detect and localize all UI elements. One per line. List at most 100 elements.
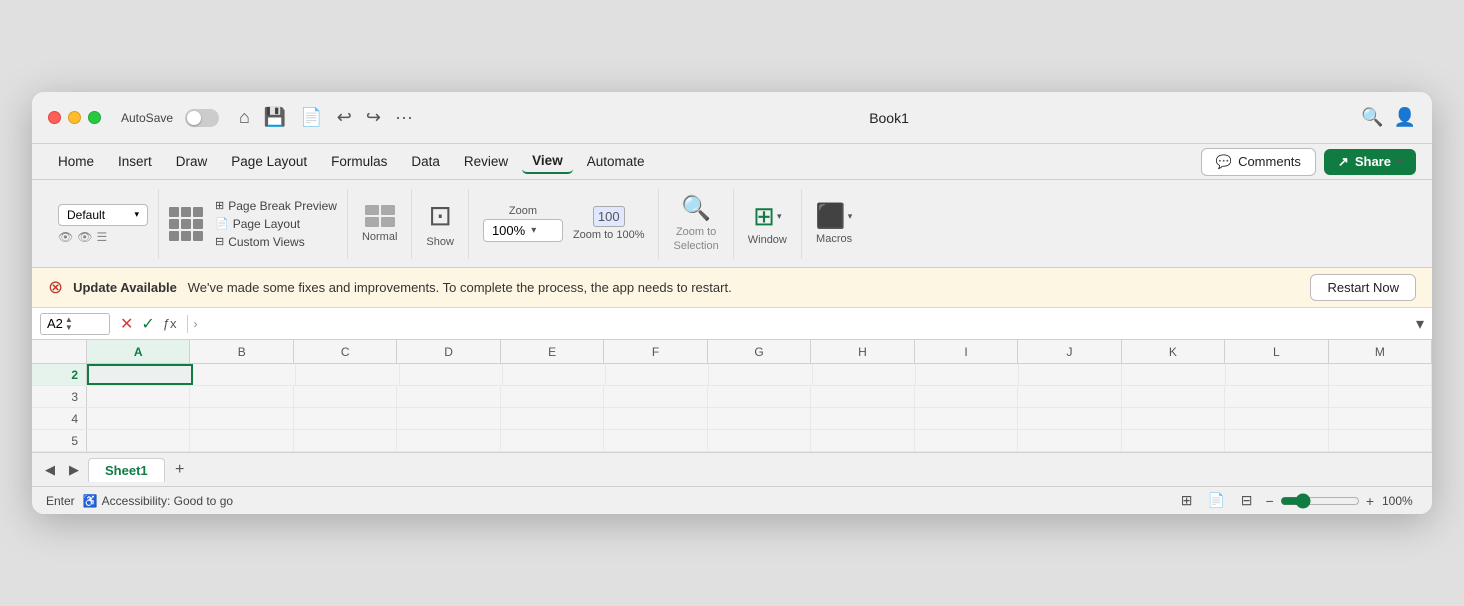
cell-C5[interactable]	[294, 430, 397, 451]
restart-now-button[interactable]: Restart Now	[1310, 274, 1416, 301]
cell-A5[interactable]	[87, 430, 190, 451]
sheet-tab-sheet1[interactable]: Sheet1	[88, 458, 165, 482]
col-header-M[interactable]: M	[1329, 340, 1432, 363]
cell-K5[interactable]	[1122, 430, 1225, 451]
cell-H3[interactable]	[811, 386, 914, 407]
cell-reference-box[interactable]: A2 ▲ ▼	[40, 313, 110, 335]
fullscreen-button[interactable]	[88, 111, 101, 124]
more-icon[interactable]: ···	[391, 105, 417, 130]
close-button[interactable]	[48, 111, 61, 124]
cell-I3[interactable]	[915, 386, 1018, 407]
cell-D4[interactable]	[397, 408, 500, 429]
formula-confirm-icon[interactable]: ✓	[141, 314, 154, 334]
col-header-L[interactable]: L	[1225, 340, 1328, 363]
page-break-btn[interactable]: ⊟	[1236, 490, 1258, 512]
col-header-K[interactable]: K	[1122, 340, 1225, 363]
cell-J5[interactable]	[1018, 430, 1121, 451]
col-header-E[interactable]: E	[501, 340, 604, 363]
custom-views-item[interactable]: ⊟ Custom Views	[215, 235, 337, 249]
row-num-2[interactable]: 2	[32, 364, 87, 385]
menu-insert[interactable]: Insert	[108, 150, 162, 173]
col-header-H[interactable]: H	[811, 340, 914, 363]
cell-L3[interactable]	[1225, 386, 1328, 407]
menu-formulas[interactable]: Formulas	[321, 150, 397, 173]
row-num-3[interactable]: 3	[32, 386, 87, 407]
col-header-J[interactable]: J	[1018, 340, 1121, 363]
add-sheet-button[interactable]: +	[169, 459, 191, 481]
zoom-plus-icon[interactable]: +	[1366, 493, 1374, 509]
undo-icon[interactable]: ↩	[333, 105, 356, 130]
cell-G3[interactable]	[708, 386, 811, 407]
col-header-F[interactable]: F	[604, 340, 707, 363]
col-header-G[interactable]: G	[708, 340, 811, 363]
menu-page-layout[interactable]: Page Layout	[221, 150, 317, 173]
cell-C2[interactable]	[296, 364, 399, 385]
cell-L5[interactable]	[1225, 430, 1328, 451]
page-layout-btn[interactable]: 📄	[1206, 490, 1228, 512]
zoom-to-100-btn[interactable]: 100 Zoom to 100%	[573, 206, 645, 241]
zoom-minus-icon[interactable]: −	[1266, 493, 1274, 509]
cell-I5[interactable]	[915, 430, 1018, 451]
col-header-D[interactable]: D	[397, 340, 500, 363]
cell-J3[interactable]	[1018, 386, 1121, 407]
cell-D3[interactable]	[397, 386, 500, 407]
cell-F3[interactable]	[604, 386, 707, 407]
sheet-nav-right-icon[interactable]: ▶	[64, 460, 84, 480]
cell-A4[interactable]	[87, 408, 190, 429]
cell-H4[interactable]	[811, 408, 914, 429]
home-icon[interactable]: ⌂	[235, 105, 254, 130]
cell-F4[interactable]	[604, 408, 707, 429]
cell-G4[interactable]	[708, 408, 811, 429]
save-icon[interactable]: 💾	[260, 105, 290, 130]
cell-B4[interactable]	[190, 408, 293, 429]
cell-I4[interactable]	[915, 408, 1018, 429]
cell-G2[interactable]	[709, 364, 812, 385]
cell-M4[interactable]	[1329, 408, 1432, 429]
formula-cancel-icon[interactable]: ✕	[120, 314, 133, 334]
cell-J2[interactable]	[1019, 364, 1122, 385]
formula-expand-icon[interactable]: ›	[194, 317, 198, 331]
cell-I2[interactable]	[916, 364, 1019, 385]
cell-F5[interactable]	[604, 430, 707, 451]
sheet-nav-left-icon[interactable]: ◀	[40, 460, 60, 480]
cell-K2[interactable]	[1122, 364, 1225, 385]
col-header-I[interactable]: I	[915, 340, 1018, 363]
cell-A2[interactable]	[87, 364, 193, 385]
cell-L2[interactable]	[1226, 364, 1329, 385]
cell-A3[interactable]	[87, 386, 190, 407]
menu-view[interactable]: View	[522, 149, 573, 174]
col-header-B[interactable]: B	[190, 340, 293, 363]
cell-M5[interactable]	[1329, 430, 1432, 451]
cell-J4[interactable]	[1018, 408, 1121, 429]
share-button[interactable]: ↗ Share ▾	[1324, 149, 1416, 175]
col-header-C[interactable]: C	[294, 340, 397, 363]
menu-data[interactable]: Data	[401, 150, 450, 173]
cell-C3[interactable]	[294, 386, 397, 407]
search-icon[interactable]: 🔍	[1361, 107, 1383, 128]
cell-M3[interactable]	[1329, 386, 1432, 407]
menu-home[interactable]: Home	[48, 150, 104, 173]
eye-slash-icon[interactable]: 👁	[77, 230, 92, 244]
cell-G5[interactable]	[708, 430, 811, 451]
cell-B2[interactable]	[193, 364, 296, 385]
page-break-preview-item[interactable]: ⊞ Page Break Preview	[215, 199, 337, 213]
cell-C4[interactable]	[294, 408, 397, 429]
comments-button[interactable]: 💬 Comments	[1201, 148, 1316, 176]
formula-bar-dropdown-icon[interactable]: ▾	[1416, 314, 1424, 334]
zoom-slider[interactable]	[1280, 493, 1360, 509]
save-as-icon[interactable]: 📄	[296, 105, 326, 130]
cell-E3[interactable]	[501, 386, 604, 407]
cell-H5[interactable]	[811, 430, 914, 451]
col-header-A[interactable]: A	[87, 340, 190, 363]
cell-K3[interactable]	[1122, 386, 1225, 407]
cell-L4[interactable]	[1225, 408, 1328, 429]
cell-E2[interactable]	[503, 364, 606, 385]
page-layout-view-item[interactable]: 📄 Page Layout	[215, 217, 337, 231]
zoom-dropdown[interactable]: 100% ▾	[483, 219, 563, 242]
formula-fx-icon[interactable]: ƒx	[163, 316, 177, 331]
cell-B3[interactable]	[190, 386, 293, 407]
cell-H2[interactable]	[813, 364, 916, 385]
sheet-view-select[interactable]: Default ▾	[58, 204, 148, 226]
redo-icon[interactable]: ↪	[362, 105, 385, 130]
cell-E5[interactable]	[501, 430, 604, 451]
